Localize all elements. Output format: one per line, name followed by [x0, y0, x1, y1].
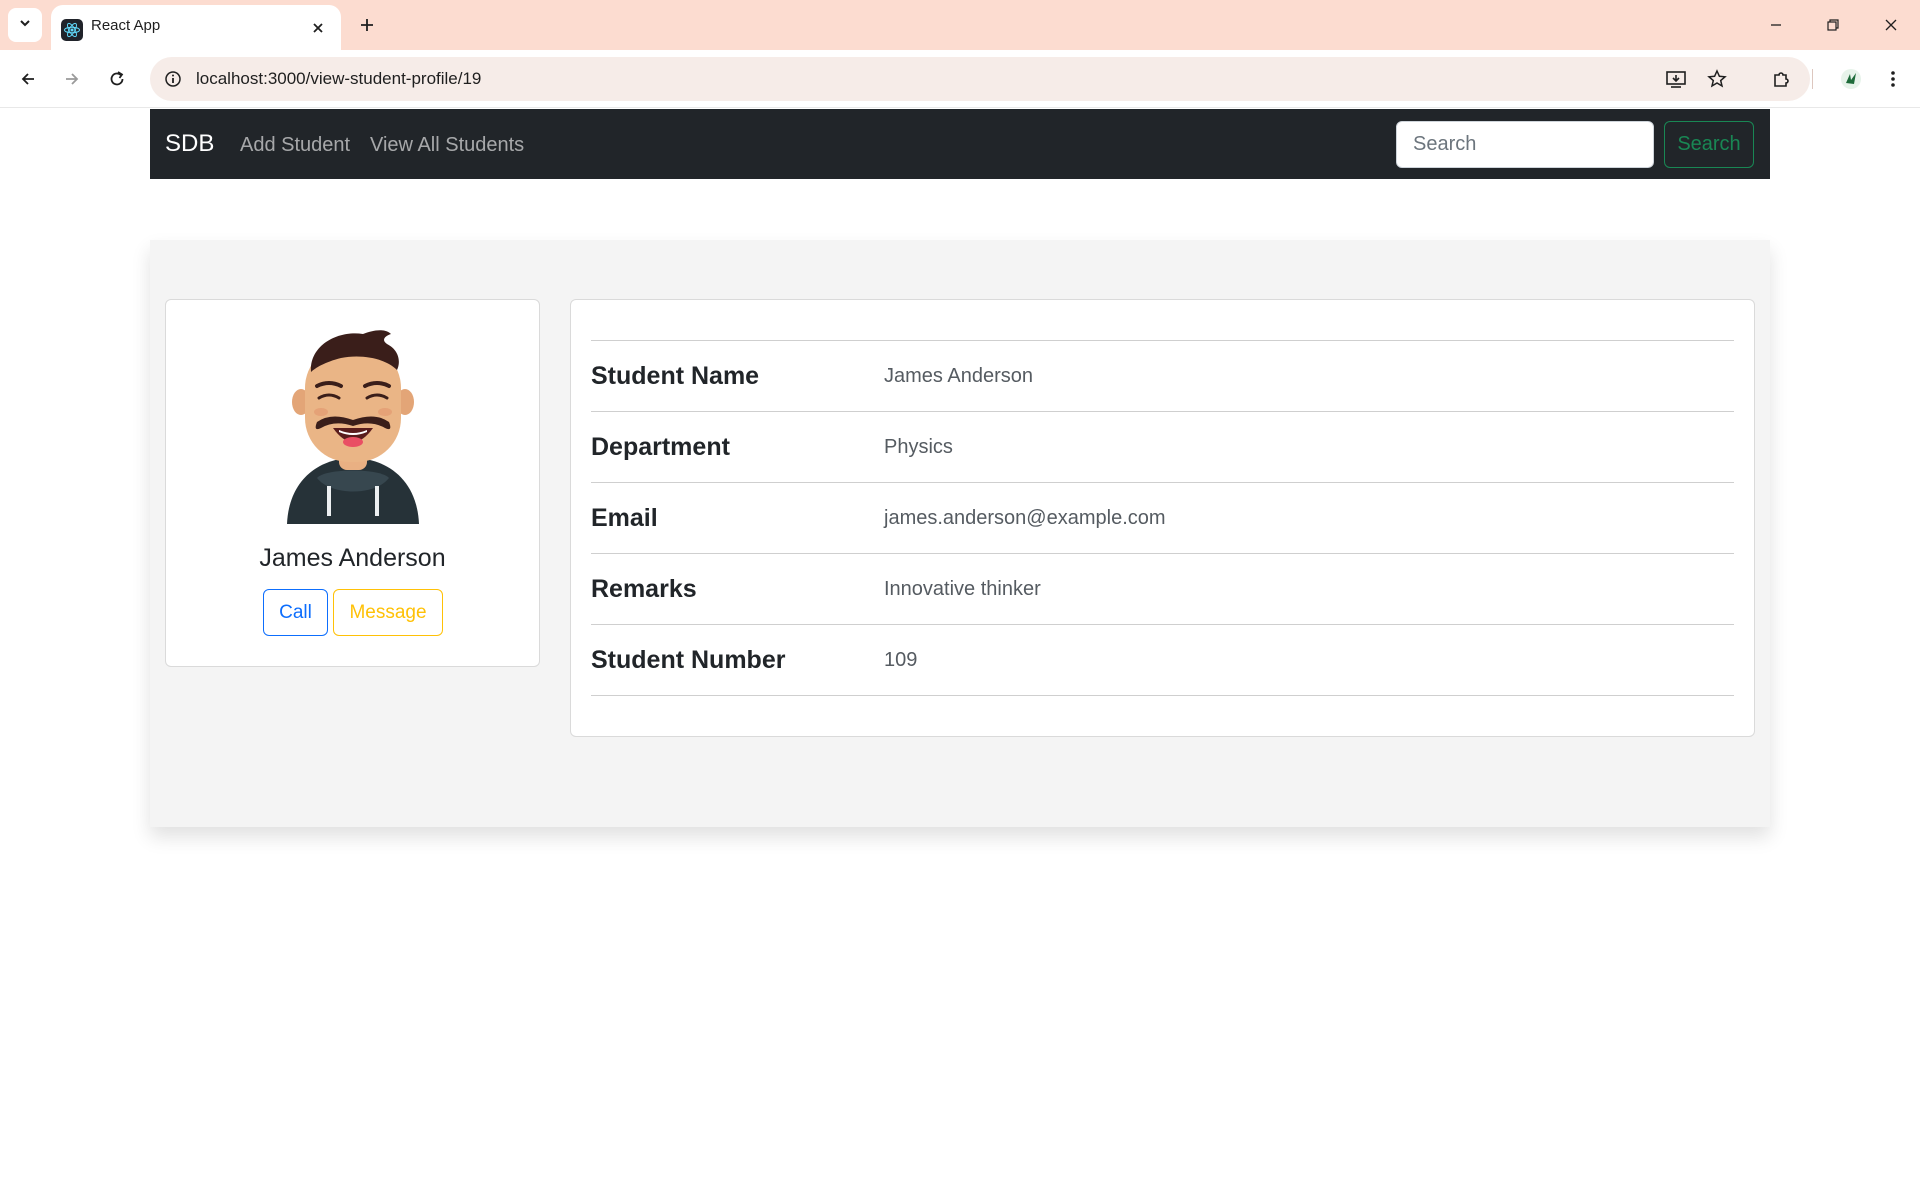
- navbar-search-input[interactable]: [1396, 121, 1654, 168]
- detail-label-department: Department: [591, 433, 730, 461]
- profile-card: James Anderson Call Message: [165, 299, 540, 667]
- app-navbar: SDB Add Student View All Students Search: [150, 109, 1770, 179]
- student-details-card: Student Name James Anderson Department P…: [570, 299, 1755, 737]
- url-text: localhost:3000/view-student-profile/19: [196, 69, 482, 88]
- site-info-icon[interactable]: [162, 68, 184, 90]
- nav-link-view-all-students[interactable]: View All Students: [370, 133, 524, 157]
- address-bar[interactable]: localhost:3000/view-student-profile/19: [150, 57, 1810, 101]
- divider: [591, 340, 1734, 341]
- close-tab-icon[interactable]: [307, 17, 329, 39]
- extensions-puzzle-icon[interactable]: [1765, 62, 1799, 96]
- new-tab-plus-icon[interactable]: [352, 10, 382, 40]
- student-avatar: [281, 328, 425, 524]
- divider: [591, 411, 1734, 412]
- chevron-down-icon: [18, 16, 32, 35]
- divider: [591, 695, 1734, 696]
- message-button[interactable]: Message: [333, 589, 443, 636]
- more-menu-icon[interactable]: [1876, 62, 1910, 96]
- restore-icon[interactable]: [1813, 8, 1853, 42]
- profile-avatar-icon[interactable]: [1836, 64, 1866, 94]
- divider: [591, 482, 1734, 483]
- browser-toolbar: localhost:3000/view-student-profile/19: [0, 50, 1920, 108]
- divider: [591, 553, 1734, 554]
- detail-label-student-number: Student Number: [591, 646, 786, 674]
- divider: [591, 624, 1734, 625]
- browser-tab[interactable]: React App: [51, 5, 341, 50]
- detail-label-email: Email: [591, 504, 658, 532]
- back-arrow-icon[interactable]: [11, 62, 45, 96]
- navbar-brand[interactable]: SDB: [165, 130, 214, 158]
- nav-link-add-student[interactable]: Add Student: [240, 133, 350, 157]
- detail-value-email: james.anderson@example.com: [884, 507, 1166, 529]
- reload-icon[interactable]: [100, 62, 134, 96]
- detail-value-department: Physics: [884, 436, 953, 458]
- navbar-search-button[interactable]: Search: [1664, 121, 1754, 168]
- minimize-icon[interactable]: [1756, 8, 1796, 42]
- detail-value-student-number: 109: [884, 649, 918, 671]
- close-window-icon[interactable]: [1871, 8, 1911, 42]
- tab-search-button[interactable]: [8, 8, 42, 42]
- forward-arrow-icon[interactable]: [55, 62, 89, 96]
- detail-label-student-name: Student Name: [591, 362, 760, 390]
- bookmark-star-icon[interactable]: [1704, 66, 1730, 92]
- toolbar-separator: [1812, 69, 1813, 89]
- detail-value-remarks: Innovative thinker: [884, 578, 1041, 600]
- detail-value-student-name: James Anderson: [884, 365, 1033, 387]
- profile-section: James Anderson Call Message Student Name…: [150, 240, 1770, 827]
- react-logo-icon: [61, 19, 83, 41]
- call-button[interactable]: Call: [263, 589, 328, 636]
- profile-name: James Anderson: [259, 544, 446, 572]
- detail-label-remarks: Remarks: [591, 575, 697, 603]
- install-app-icon[interactable]: [1663, 66, 1689, 92]
- tab-title: React App: [91, 17, 161, 34]
- browser-tabstrip: React App: [0, 0, 1920, 50]
